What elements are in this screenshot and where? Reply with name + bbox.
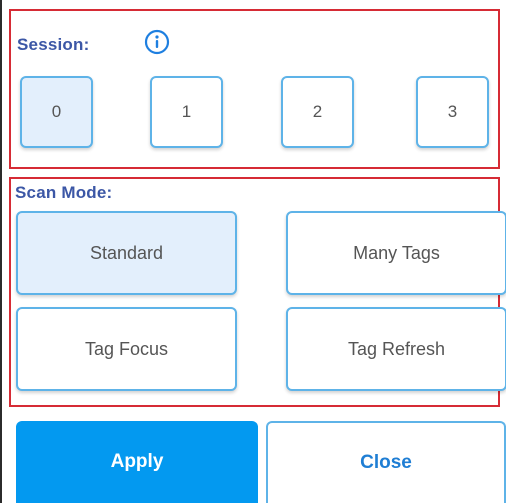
session-option-3[interactable]: 3: [416, 76, 489, 148]
scan-mode-tag-focus[interactable]: Tag Focus: [16, 307, 237, 391]
session-option-label: 2: [312, 102, 323, 121]
scan-mode-option-label: Tag Refresh: [347, 338, 446, 359]
scan-mode-many-tags[interactable]: Many Tags: [286, 211, 506, 295]
scan-mode-tag-refresh[interactable]: Tag Refresh: [286, 307, 506, 391]
scan-mode-standard[interactable]: Standard: [16, 211, 237, 295]
scan-mode-option-label: Standard: [89, 242, 164, 263]
close-button[interactable]: Close: [266, 421, 506, 503]
session-option-0[interactable]: 0: [20, 76, 93, 148]
session-option-1[interactable]: 1: [150, 76, 223, 148]
session-option-label: 1: [181, 102, 192, 121]
scan-mode-section: Scan Mode: Standard Many Tags Tag Focus …: [9, 177, 506, 407]
session-option-2[interactable]: 2: [281, 76, 354, 148]
scan-mode-option-label: Tag Focus: [84, 338, 169, 359]
scan-mode-option-label: Many Tags: [353, 242, 440, 263]
session-section: Session: 0 1 2 3: [9, 9, 500, 169]
info-icon[interactable]: [144, 29, 170, 55]
session-option-label: 0: [51, 102, 62, 121]
left-edge-divider: [0, 0, 2, 503]
apply-button[interactable]: Apply: [16, 421, 258, 503]
apply-button-label: Apply: [110, 451, 164, 472]
settings-panel: Session: 0 1 2 3 Scan Mode: Standard Man…: [0, 0, 506, 503]
session-label: Session:: [17, 35, 90, 54]
session-option-label: 3: [447, 102, 458, 121]
close-button-label: Close: [360, 452, 412, 473]
scan-mode-label: Scan Mode:: [15, 183, 113, 202]
